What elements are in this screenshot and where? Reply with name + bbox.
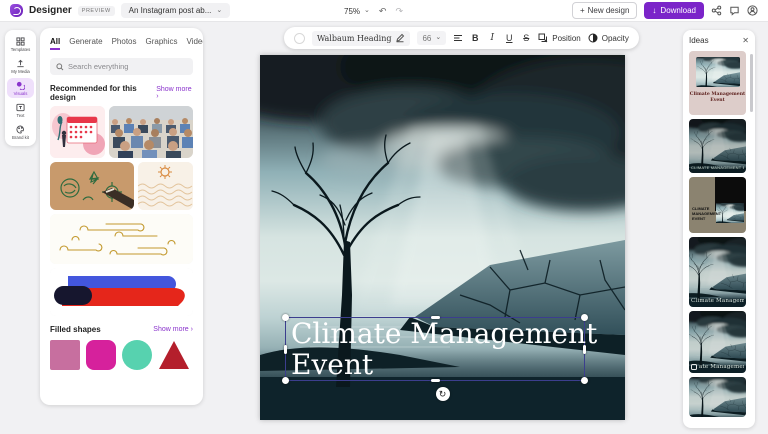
- sidebar-item-text[interactable]: Text: [7, 100, 34, 120]
- idea-card-4[interactable]: Climate Management Ev: [689, 237, 746, 307]
- left-rail: Templates My Media Visuals Text Brand ki…: [5, 30, 36, 146]
- resize-handle-sw[interactable]: [282, 377, 289, 384]
- rotate-icon: ↻: [439, 389, 447, 400]
- brand-kit-icon: [16, 125, 25, 134]
- search-box[interactable]: [50, 58, 193, 75]
- upload-icon: [16, 59, 25, 68]
- resize-handle-w[interactable]: [284, 345, 287, 354]
- underline-button[interactable]: U: [504, 33, 514, 43]
- recommended-title: Recommended for this design: [50, 84, 156, 102]
- position-button[interactable]: Position: [538, 33, 580, 43]
- idea-card-1[interactable]: Climate Management Event: [689, 51, 746, 115]
- filled-shapes-title: Filled shapes: [50, 325, 101, 334]
- sidebar-item-my-media[interactable]: My Media: [7, 56, 34, 76]
- align-icon[interactable]: [453, 33, 463, 43]
- visuals-icon: [16, 81, 25, 90]
- plus-icon: +: [580, 6, 585, 15]
- filled-shapes-show-more-link[interactable]: Show more ›: [153, 326, 193, 333]
- designer-app: Designer PREVIEW An Instagram post ab...…: [0, 0, 768, 434]
- ideas-panel: Ideas ✕ Climate Management Event CLIMATE…: [683, 30, 755, 428]
- idea-card-2[interactable]: CLIMATE MANAGEMENT EVENT: [689, 119, 746, 173]
- sidebar-item-templates[interactable]: Templates: [7, 34, 34, 54]
- redo-button[interactable]: ↷: [395, 6, 403, 17]
- account-icon[interactable]: [747, 5, 758, 16]
- chevron-down-icon: ⌄: [216, 9, 222, 13]
- text-color-swatch[interactable]: [294, 33, 305, 44]
- resize-handle-s[interactable]: [431, 379, 440, 382]
- tab-graphics[interactable]: Graphics: [146, 37, 178, 50]
- text-toolbar: Walbaum Heading 66 ⌄ B I U S Position Op…: [284, 27, 639, 49]
- tab-all[interactable]: All: [50, 37, 60, 50]
- canvas-heading-text[interactable]: Climate Management Event: [291, 318, 597, 380]
- resize-handle-n[interactable]: [431, 316, 440, 319]
- share-icon[interactable]: [711, 5, 722, 16]
- idea-card-3[interactable]: CLIMATE MANAGEMENT EVENT: [689, 177, 746, 233]
- asset-abstract-bars[interactable]: [50, 268, 193, 316]
- opacity-button[interactable]: Opacity: [588, 33, 629, 43]
- asset-calendar-illustration[interactable]: [50, 106, 105, 158]
- chevron-down-icon: ⌄: [364, 9, 370, 13]
- position-icon: [538, 33, 548, 43]
- design-canvas[interactable]: Climate Management Event ↻: [260, 55, 625, 420]
- ideas-scrollbar[interactable]: [750, 54, 753, 112]
- idea-card-5[interactable]: ate Management Ev: [689, 311, 746, 373]
- text-icon: [16, 103, 25, 112]
- rotate-handle[interactable]: ↻: [436, 387, 450, 401]
- page-badge-icon: [691, 364, 697, 370]
- designer-logo-icon: [10, 4, 23, 17]
- tab-generate[interactable]: Generate: [69, 37, 102, 50]
- close-icon[interactable]: ✕: [742, 36, 749, 45]
- strikethrough-button[interactable]: S: [521, 33, 531, 43]
- resize-handle-se[interactable]: [581, 377, 588, 384]
- resize-handle-ne[interactable]: [581, 314, 588, 321]
- tab-videos[interactable]: Videos: [187, 37, 203, 50]
- resize-handle-nw[interactable]: [282, 314, 289, 321]
- shape-teal-circle[interactable]: [122, 340, 152, 370]
- visuals-tabs: All Generate Photos Graphics Videos: [50, 37, 193, 50]
- sidebar-item-brand-kit[interactable]: Brand kit: [7, 122, 34, 142]
- visuals-panel: All Generate Photos Graphics Videos Reco…: [40, 28, 203, 405]
- chevron-down-icon: ⌄: [435, 36, 441, 40]
- opacity-icon: [588, 33, 598, 43]
- asset-eco-doodle[interactable]: [50, 162, 134, 210]
- preview-badge: PREVIEW: [78, 6, 115, 16]
- search-icon: [56, 63, 64, 71]
- undo-button[interactable]: ↶: [379, 6, 387, 17]
- download-button[interactable]: ↓ Download: [644, 2, 704, 19]
- font-selector[interactable]: Walbaum Heading: [312, 31, 410, 46]
- italic-button[interactable]: I: [487, 33, 497, 43]
- document-title: An Instagram post ab...: [129, 6, 212, 15]
- document-title-dropdown[interactable]: An Instagram post ab... ⌄: [121, 3, 231, 18]
- templates-icon: [16, 37, 25, 46]
- idea-card-6[interactable]: [689, 377, 746, 417]
- tab-photos[interactable]: Photos: [112, 37, 137, 50]
- asset-sun-pattern[interactable]: [138, 162, 193, 210]
- recommended-show-more-link[interactable]: Show more ›: [156, 86, 193, 100]
- ideas-title: Ideas: [689, 36, 709, 45]
- edit-pencil-icon: [395, 33, 405, 43]
- zoom-dropdown[interactable]: 75% ⌄: [344, 7, 370, 16]
- shape-magenta-rounded-square[interactable]: [86, 340, 116, 370]
- top-bar: Designer PREVIEW An Instagram post ab...…: [0, 0, 768, 22]
- resize-handle-e[interactable]: [583, 345, 586, 354]
- zoom-level: 75%: [344, 7, 360, 16]
- asset-audience-photo[interactable]: [109, 106, 193, 158]
- bold-button[interactable]: B: [470, 33, 480, 43]
- download-icon: ↓: [652, 6, 656, 15]
- shape-red-triangle[interactable]: [158, 340, 190, 370]
- sidebar-item-visuals[interactable]: Visuals: [7, 78, 34, 98]
- feedback-icon[interactable]: [729, 5, 740, 16]
- app-title: Designer: [29, 5, 72, 16]
- text-selection-box[interactable]: Climate Management Event: [285, 317, 585, 381]
- asset-gold-clouds[interactable]: [50, 214, 193, 264]
- shape-pink-square[interactable]: [50, 340, 80, 370]
- font-size-selector[interactable]: 66 ⌄: [417, 31, 446, 45]
- new-design-button[interactable]: + New design: [572, 2, 637, 19]
- search-input[interactable]: [68, 62, 178, 71]
